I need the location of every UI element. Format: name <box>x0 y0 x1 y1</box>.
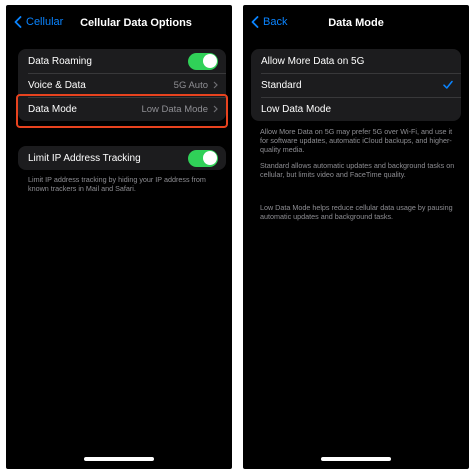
option-allow-more-data[interactable]: Allow More Data on 5G <box>251 49 461 73</box>
row-label: Data Roaming <box>28 55 92 67</box>
description-standard: Standard allows automatic updates and ba… <box>260 161 455 179</box>
home-indicator <box>321 457 391 461</box>
row-label: Limit IP Address Tracking <box>28 152 141 164</box>
home-indicator <box>84 457 154 461</box>
limit-ip-footnote: Limit IP address tracking by hiding your… <box>28 175 206 193</box>
option-label: Allow More Data on 5G <box>261 55 365 67</box>
row-value: 5G Auto <box>173 79 208 91</box>
chevron-right-icon <box>213 81 218 89</box>
data-roaming-toggle[interactable] <box>188 52 218 70</box>
limit-ip-group: Limit IP Address Tracking <box>18 146 226 170</box>
cellular-data-options-screen: Cellular Cellular Data Options Data Roam… <box>6 5 232 469</box>
page-title: Cellular Data Options <box>80 17 192 29</box>
data-roaming-row: Data Roaming <box>18 49 226 73</box>
option-low-data-mode[interactable]: Low Data Mode <box>251 97 461 121</box>
description-low-data-mode: Low Data Mode helps reduce cellular data… <box>260 203 453 221</box>
option-label: Standard <box>261 79 302 91</box>
data-mode-options: Allow More Data on 5G Standard Low Data … <box>251 49 461 121</box>
option-label: Low Data Mode <box>261 103 332 115</box>
limit-ip-toggle[interactable] <box>188 149 218 167</box>
checkmark-icon <box>443 80 453 89</box>
description-allow-more-data: Allow More Data on 5G may prefer 5G over… <box>260 127 453 154</box>
page-title: Data Mode <box>328 17 384 29</box>
nav-bar: Cellular Cellular Data Options <box>6 5 232 43</box>
option-standard[interactable]: Standard <box>251 73 461 97</box>
row-label: Voice & Data <box>28 79 86 91</box>
nav-bar: Back Data Mode <box>243 5 469 43</box>
highlight-box <box>16 94 228 128</box>
limit-ip-row: Limit IP Address Tracking <box>18 146 226 170</box>
data-mode-screen: Back Data Mode Allow More Data on 5G Sta… <box>243 5 469 469</box>
